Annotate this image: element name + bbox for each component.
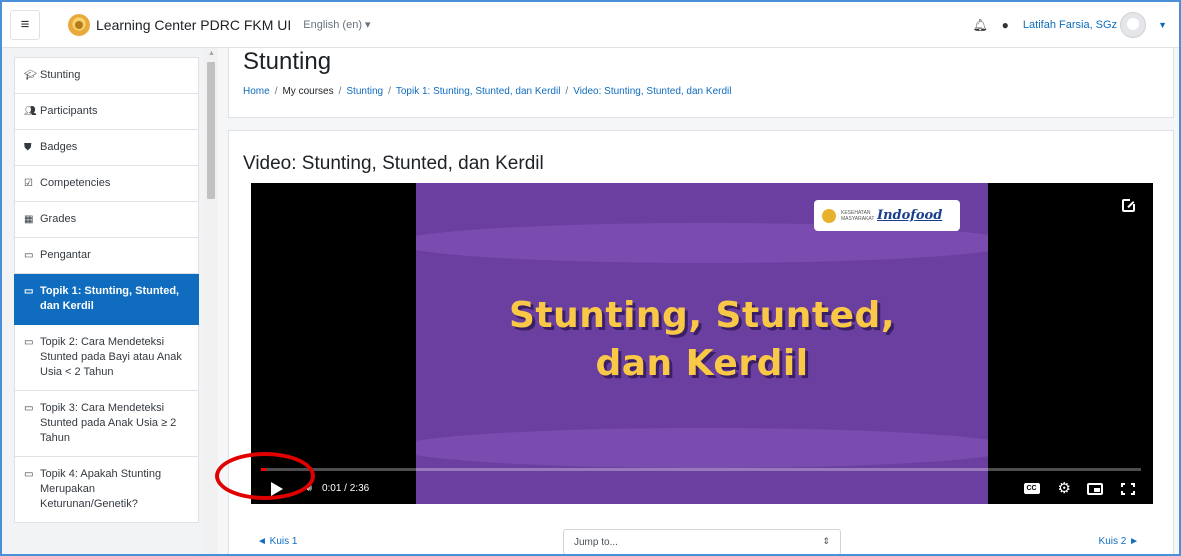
drawer-item-label: Topik 2: Cara Mendeteksi Stunted pada Ba… bbox=[40, 336, 182, 378]
breadcrumb-course[interactable]: Stunting bbox=[346, 86, 383, 97]
page-title: Stunting bbox=[243, 48, 332, 75]
folder-icon: ▭ bbox=[24, 469, 34, 480]
drawer-item-topik-4[interactable]: ▭ Topik 4: Apakah Stunting Merupakan Ketu… bbox=[14, 457, 199, 523]
fullscreen-icon[interactable] bbox=[1121, 482, 1135, 495]
breadcrumb: Home / My courses / Stunting / Topik 1: Stunti… bbox=[243, 86, 732, 97]
breadcrumb-activity[interactable]: Video: Stunting, Stunted, dan Kerdil bbox=[573, 86, 731, 97]
video-slide: KESEHATAN MASYARAKAT Indofood Stunting, … bbox=[416, 183, 988, 504]
annotation-circle bbox=[215, 452, 315, 500]
drawer-item-course[interactable]: 🎓︎ Stunting bbox=[14, 57, 199, 94]
time-display: 0:01 / 2:36 bbox=[321, 483, 370, 494]
users-icon: 👥︎ bbox=[24, 106, 37, 117]
open-external-icon[interactable] bbox=[1122, 198, 1136, 212]
jump-to-value: Jump to... bbox=[574, 537, 618, 548]
breadcrumb-section[interactable]: Topik 1: Stunting, Stunted, dan Kerdil bbox=[396, 86, 561, 97]
video-controls: 🔊︎ 0:01 / 2:36 CC ⚙ bbox=[251, 473, 1153, 504]
activity-card: Video: Stunting, Stunted, dan Kerdil KES… bbox=[228, 130, 1174, 556]
drawer-item-label: Stunting bbox=[40, 69, 81, 81]
folder-icon: ▭ bbox=[24, 337, 34, 348]
page-header: Stunting Home / My courses / Stunting / Topik … bbox=[228, 48, 1174, 118]
drawer-item-grades[interactable]: ▦ Grades bbox=[14, 202, 199, 238]
avatar[interactable] bbox=[1120, 11, 1147, 38]
language-menu[interactable]: English (en) ▾ bbox=[303, 18, 370, 31]
bell-icon[interactable]: 🔔︎ bbox=[972, 18, 987, 32]
drawer-item-label: Participants bbox=[40, 105, 98, 117]
sponsor-brand: Indofood bbox=[877, 208, 943, 223]
drawer-item-competencies[interactable]: ☑ Competencies bbox=[14, 166, 199, 202]
captions-icon[interactable]: CC bbox=[1023, 483, 1040, 494]
drawer-item-label: Competencies bbox=[40, 177, 111, 189]
sponsor-small-text: KESEHATAN MASYARAKAT bbox=[841, 209, 875, 222]
shield-icon: ⛊ bbox=[24, 142, 32, 153]
menu-toggle-button[interactable]: ≡ bbox=[10, 9, 40, 40]
drawer-item-label: Topik 4: Apakah Stunting Merupakan Ketur… bbox=[40, 468, 162, 510]
table-icon: ▦ bbox=[24, 214, 34, 225]
site-logo[interactable] bbox=[68, 13, 90, 36]
select-arrows-icon: ⇕ bbox=[822, 536, 830, 546]
drawer-item-badges[interactable]: ⛊ Badges bbox=[14, 130, 199, 166]
user-name-link[interactable]: Latifah Farsia, SGz bbox=[1023, 19, 1117, 31]
drawer-item-label: Topik 3: Cara Mendeteksi Stunted pada An… bbox=[40, 402, 177, 444]
slide-title-line1: Stunting, Stunted, bbox=[508, 295, 895, 336]
chevron-down-icon[interactable]: ▼ bbox=[1158, 20, 1167, 30]
wave-decoration bbox=[416, 428, 988, 468]
drawer-item-participants[interactable]: 👥︎ Participants bbox=[14, 94, 199, 130]
gear-icon[interactable]: ⚙ bbox=[1058, 481, 1071, 496]
graduation-cap-icon: 🎓︎ bbox=[24, 70, 37, 81]
miniplayer-icon[interactable] bbox=[1087, 482, 1103, 495]
breadcrumb-my-courses[interactable]: My courses bbox=[282, 86, 333, 97]
next-activity-link[interactable]: Kuis 2 ► bbox=[1099, 536, 1139, 547]
top-navbar: ≡ Learning Center PDRC FKM UI English (e… bbox=[2, 2, 1179, 48]
site-name-link[interactable]: Learning Center PDRC FKM UI bbox=[96, 17, 291, 33]
jump-to-select[interactable]: Jump to... ⇕ bbox=[563, 529, 841, 555]
activity-navigation: ◄ Kuis 1 Jump to... ⇕ Kuis 2 ► bbox=[229, 529, 1175, 555]
breadcrumb-home[interactable]: Home bbox=[243, 86, 270, 97]
hamburger-icon: ≡ bbox=[20, 16, 30, 33]
drawer-item-topik-3[interactable]: ▭ Topik 3: Cara Mendeteksi Stunted pada A… bbox=[14, 391, 199, 457]
drawer-item-topik-2[interactable]: ▭ Topik 2: Cara Mendeteksi Stunted pada B… bbox=[14, 325, 199, 391]
drawer-item-pengantar[interactable]: ▭ Pengantar bbox=[14, 238, 199, 274]
folder-icon: ▭ bbox=[24, 286, 34, 297]
drawer-item-label: Pengantar bbox=[40, 249, 91, 261]
drawer-list: 🎓︎ Stunting 👥︎ Participants ⛊ Badges ☑ Compe… bbox=[14, 57, 199, 523]
university-seal-icon bbox=[822, 208, 836, 223]
folder-icon: ▭ bbox=[24, 250, 34, 261]
course-drawer: 🎓︎ Stunting 👥︎ Participants ⛊ Badges ☑ Compe… bbox=[2, 48, 218, 556]
scroll-up-icon[interactable]: ▲ bbox=[208, 50, 215, 57]
progress-bar[interactable] bbox=[261, 468, 1141, 471]
chat-icon[interactable]: ● bbox=[1002, 18, 1009, 32]
controls-right: CC ⚙ bbox=[1023, 481, 1153, 496]
drawer-item-label: Grades bbox=[40, 213, 77, 225]
drawer-item-label: Topik 1: Stunting, Stunted, dan Kerdil bbox=[40, 285, 180, 312]
drawer-item-topik-1[interactable]: ▭ Topik 1: Stunting, Stunted, dan Kerdil bbox=[14, 274, 199, 325]
folder-icon: ▭ bbox=[24, 403, 34, 414]
check-square-icon: ☑ bbox=[24, 178, 33, 189]
slide-title-line2: dan Kerdil bbox=[595, 343, 809, 384]
sponsor-logo: KESEHATAN MASYARAKAT Indofood bbox=[814, 200, 960, 231]
previous-activity-link[interactable]: ◄ Kuis 1 bbox=[257, 536, 297, 547]
user-nav: 🔔︎ ● Latifah Farsia, SGz ▼ bbox=[972, 11, 1179, 38]
scrollbar-thumb[interactable] bbox=[207, 62, 215, 199]
activity-title: Video: Stunting, Stunted, dan Kerdil bbox=[243, 153, 544, 174]
video-player[interactable]: KESEHATAN MASYARAKAT Indofood Stunting, … bbox=[251, 183, 1153, 504]
drawer-item-label: Badges bbox=[40, 141, 78, 153]
